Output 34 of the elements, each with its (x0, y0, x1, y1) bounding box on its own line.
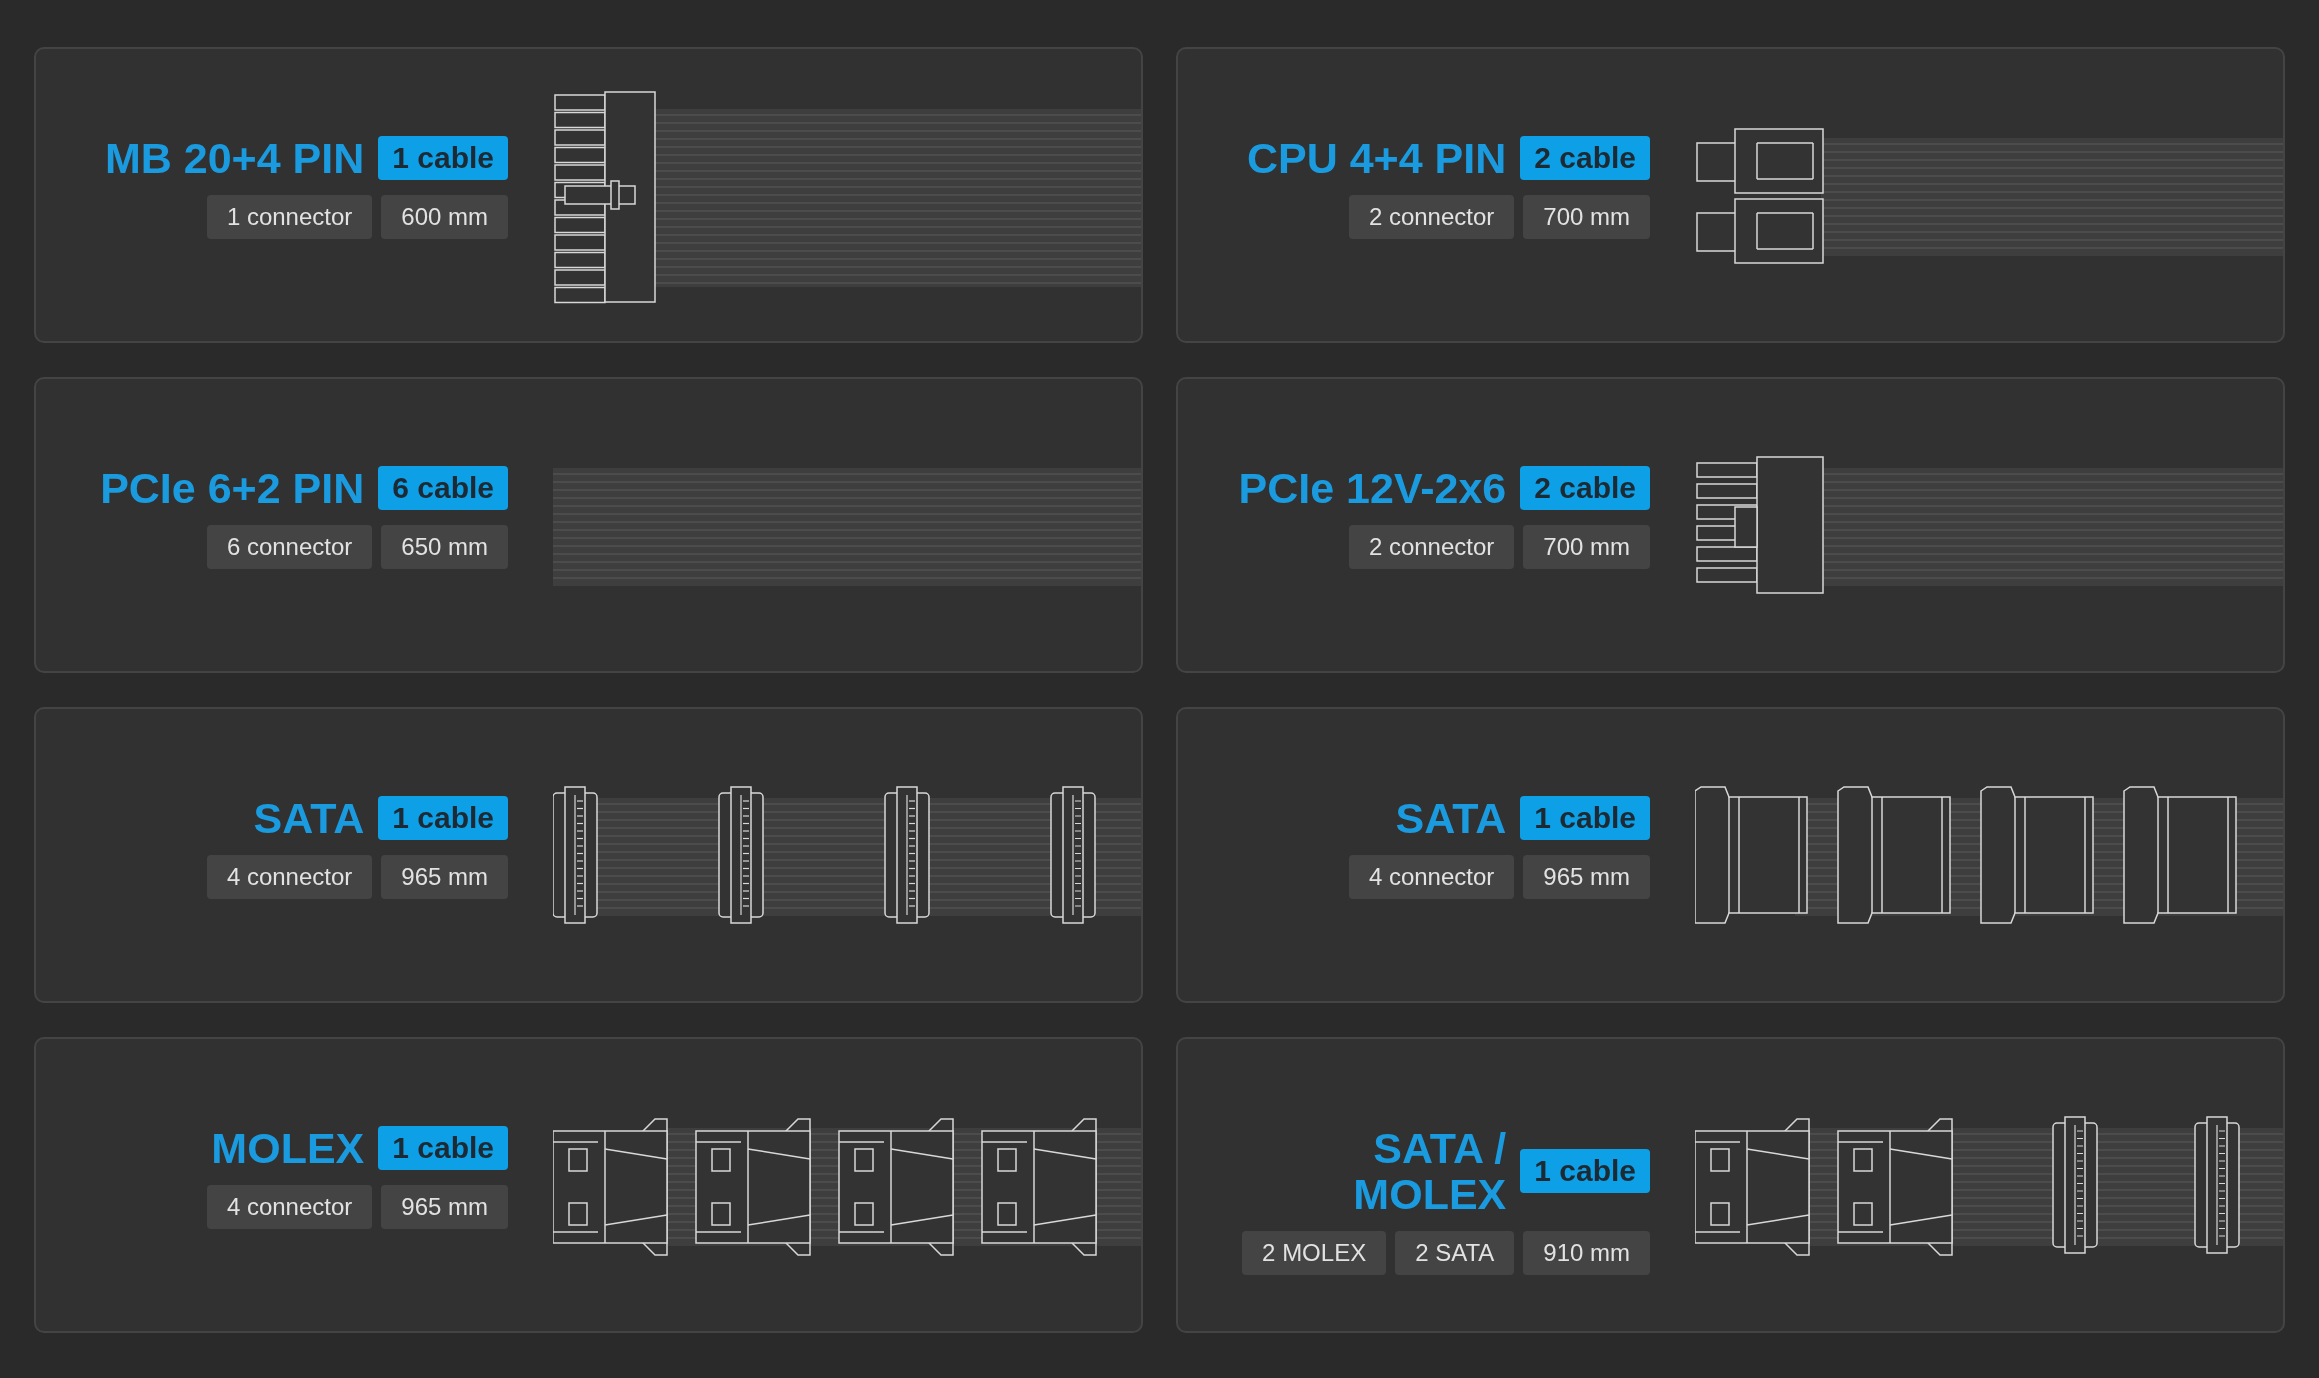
cable-title: MOLEX (1353, 1171, 1507, 1217)
cable-count-tag: 1 cable (378, 1126, 508, 1170)
spec-tag: 600 mm (381, 195, 508, 239)
cable-count-tag: 2 cable (1520, 136, 1650, 180)
spec-tag: 1 connector (206, 195, 373, 239)
cable-title: MOLEX (211, 1125, 365, 1171)
cable-title: CPU 4+4 PIN (1246, 135, 1507, 181)
spec-tag: 650 mm (381, 525, 508, 569)
spec-tag: 965 mm (1523, 855, 1650, 899)
cable-title: PCIe 6+2 PIN (100, 465, 365, 511)
spec-tag: 910 mm (1523, 1231, 1650, 1275)
spec-tag: 965 mm (381, 1185, 508, 1229)
spec-tag: 965 mm (381, 855, 508, 899)
cable-title: SATA (1395, 795, 1507, 841)
cable-title: SATA / (1373, 1125, 1507, 1171)
spec-tag: 6 connector (206, 525, 373, 569)
cable-count-tag: 1 cable (378, 136, 508, 180)
spec-tag: 700 mm (1523, 195, 1650, 239)
spec-tag: 2 connector (1348, 195, 1515, 239)
cable-count-tag: 1 cable (1520, 1149, 1650, 1193)
spec-tag: 4 connector (206, 855, 373, 899)
cable-title: PCIe 12V-2x6 (1238, 465, 1507, 511)
cable-count-tag: 6 cable (378, 466, 508, 510)
cable-count-tag: 1 cable (378, 796, 508, 840)
cable-title: SATA (253, 795, 365, 841)
spec-tag: 2 connector (1348, 525, 1515, 569)
cable-count-tag: 1 cable (1520, 796, 1650, 840)
spec-tag: 700 mm (1523, 525, 1650, 569)
cable-title: MB 20+4 PIN (104, 135, 365, 181)
cable-count-tag: 2 cable (1520, 466, 1650, 510)
spec-tag: 2 MOLEX (1242, 1231, 1387, 1275)
spec-tag: 4 connector (206, 1185, 373, 1229)
spec-tag: 2 SATA (1395, 1231, 1515, 1275)
spec-tag: 4 connector (1348, 855, 1515, 899)
